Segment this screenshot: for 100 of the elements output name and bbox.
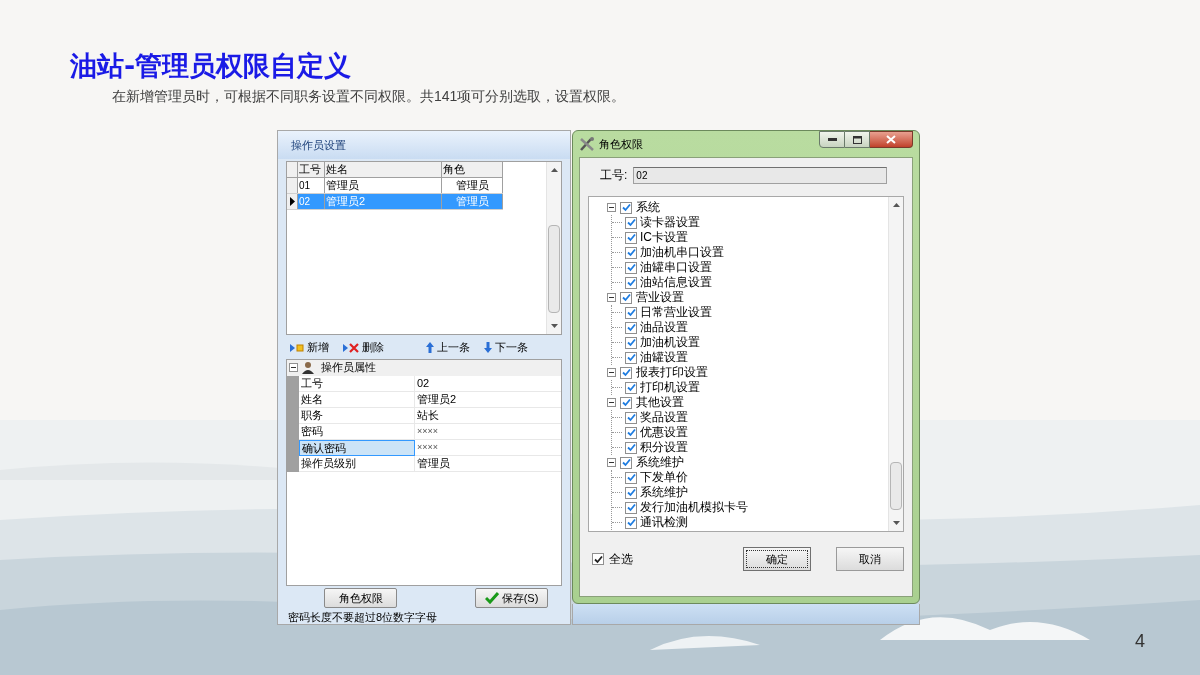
scroll-up-icon[interactable] <box>893 203 900 207</box>
tree-item[interactable]: 读卡器设置 <box>640 215 700 230</box>
minimize-button[interactable] <box>819 131 845 148</box>
tree-item[interactable]: 发行加油机模拟卡号 <box>640 500 748 515</box>
scrollbar[interactable] <box>888 197 903 531</box>
role-permission-button[interactable]: 角色权限 <box>324 588 397 608</box>
checkbox[interactable] <box>620 201 632 214</box>
checkbox[interactable] <box>625 486 637 499</box>
tree-item[interactable]: 油罐设置 <box>640 350 688 365</box>
toolbar-button[interactable]: 上一条 <box>426 339 470 356</box>
tree-item[interactable]: 油罐串口设置 <box>640 260 712 275</box>
tree-item[interactable]: 油品设置 <box>640 320 688 335</box>
tree-item[interactable]: IC卡设置 <box>640 230 688 245</box>
scroll-down-icon[interactable] <box>551 323 558 328</box>
tree-item[interactable]: 通讯检测 <box>640 515 688 530</box>
checkbox[interactable] <box>620 396 632 409</box>
checkbox[interactable] <box>625 411 637 424</box>
checkbox[interactable] <box>625 351 637 364</box>
expander-icon[interactable] <box>607 368 616 377</box>
field-label: 工号: <box>600 167 628 184</box>
tree-item[interactable]: 其他设置 <box>636 395 684 410</box>
property-value[interactable]: 管理员2 <box>415 391 561 408</box>
checkbox[interactable] <box>625 501 637 514</box>
scroll-up-icon[interactable] <box>551 167 558 172</box>
tree-item[interactable]: 系统维护 <box>640 485 688 500</box>
checkbox[interactable] <box>625 276 637 289</box>
checkbox[interactable] <box>625 306 637 319</box>
tree-item[interactable]: 积分设置 <box>640 440 688 455</box>
checkbox[interactable] <box>625 246 637 259</box>
checkmark-icon <box>484 592 499 604</box>
maximize-icon <box>852 135 862 144</box>
category-label: 操作员属性 <box>321 360 376 376</box>
checkbox[interactable] <box>625 471 637 484</box>
table-cell: 02 <box>298 193 325 209</box>
tree-item[interactable]: 奖品设置 <box>640 410 688 425</box>
checkbox[interactable] <box>625 381 637 394</box>
toolbar-button[interactable]: 下一条 <box>484 339 528 356</box>
delete-icon <box>343 342 359 353</box>
property-value[interactable]: 管理员 <box>415 455 561 472</box>
checkbox[interactable] <box>625 426 637 439</box>
tree-item[interactable]: 系统维护 <box>636 455 684 470</box>
table-cell: 管理员 <box>442 193 503 209</box>
property-value[interactable]: 站长 <box>415 407 561 424</box>
column-header[interactable]: 姓名 <box>325 161 442 177</box>
tree-item[interactable]: 营业设置 <box>636 290 684 305</box>
scroll-down-icon[interactable] <box>893 521 900 525</box>
checkbox[interactable] <box>625 336 637 349</box>
checkbox[interactable] <box>620 291 632 304</box>
cancel-button[interactable]: 取消 <box>836 547 904 571</box>
checkbox[interactable] <box>625 516 637 529</box>
expander-icon[interactable] <box>607 398 616 407</box>
expander-icon[interactable] <box>289 363 298 372</box>
tree-item[interactable]: 报表打印设置 <box>636 365 708 380</box>
checkbox[interactable] <box>620 366 632 379</box>
column-header[interactable]: 角色 <box>442 161 503 177</box>
property-name[interactable]: 工号 <box>299 375 415 392</box>
checkbox[interactable] <box>592 553 604 565</box>
checkbox[interactable] <box>625 231 637 244</box>
tree-item[interactable]: 加油机设置 <box>640 335 700 350</box>
expander-icon[interactable] <box>607 203 616 212</box>
scrollbar[interactable] <box>546 161 561 334</box>
expander-icon[interactable] <box>607 293 616 302</box>
slide-subtitle: 在新增管理员时，可根据不同职务设置不同权限。共141项可分别选取，设置权限。 <box>112 87 626 106</box>
close-button[interactable] <box>870 131 913 148</box>
tree-item[interactable]: 优惠设置 <box>640 425 688 440</box>
checkbox[interactable] <box>625 321 637 334</box>
tree-item[interactable]: 日常营业设置 <box>640 305 712 320</box>
scroll-thumb[interactable] <box>548 224 560 313</box>
tree-item[interactable]: 打印机设置 <box>640 380 700 395</box>
checkbox-label[interactable]: 全选 <box>609 550 633 568</box>
checkbox[interactable] <box>625 441 637 454</box>
ok-button[interactable]: 确定 <box>743 547 811 571</box>
table-cell: 管理员 <box>442 177 503 193</box>
toolbar-button[interactable]: 删除 <box>343 339 384 356</box>
maximize-button[interactable] <box>845 131 870 148</box>
row-pointer-icon <box>289 196 295 206</box>
checkbox[interactable] <box>625 261 637 274</box>
checkbox[interactable] <box>625 216 637 229</box>
checkbox[interactable] <box>620 456 632 469</box>
id-field[interactable]: 02 <box>633 166 888 184</box>
status-text: 密码长度不要超过8位数字字母 <box>287 610 439 624</box>
tree-item[interactable]: 下发单价 <box>640 470 688 485</box>
tree-item[interactable]: 油站信息设置 <box>640 275 712 290</box>
property-name[interactable]: 职务 <box>299 407 415 424</box>
column-header[interactable]: 工号 <box>298 161 325 177</box>
property-name[interactable]: 密码 <box>299 423 415 440</box>
tree-item[interactable]: 加油机串口设置 <box>640 245 724 260</box>
scroll-thumb[interactable] <box>890 462 902 510</box>
expander-icon[interactable] <box>607 458 616 467</box>
save-button[interactable]: 保存(S) <box>475 588 548 608</box>
property-value[interactable]: ×××× <box>415 423 561 440</box>
property-value[interactable]: 02 <box>415 375 561 392</box>
minimize-icon <box>827 138 837 141</box>
toolbar-button[interactable]: 新增 <box>290 339 329 356</box>
property-value[interactable]: ×××× <box>415 439 561 456</box>
table-cell: 管理员2 <box>325 193 442 209</box>
property-name[interactable]: 姓名 <box>299 391 415 408</box>
dialog-title: 角色权限 <box>599 136 643 152</box>
property-name[interactable]: 操作员级别 <box>299 455 415 472</box>
tree-item[interactable]: 系统 <box>636 200 660 215</box>
